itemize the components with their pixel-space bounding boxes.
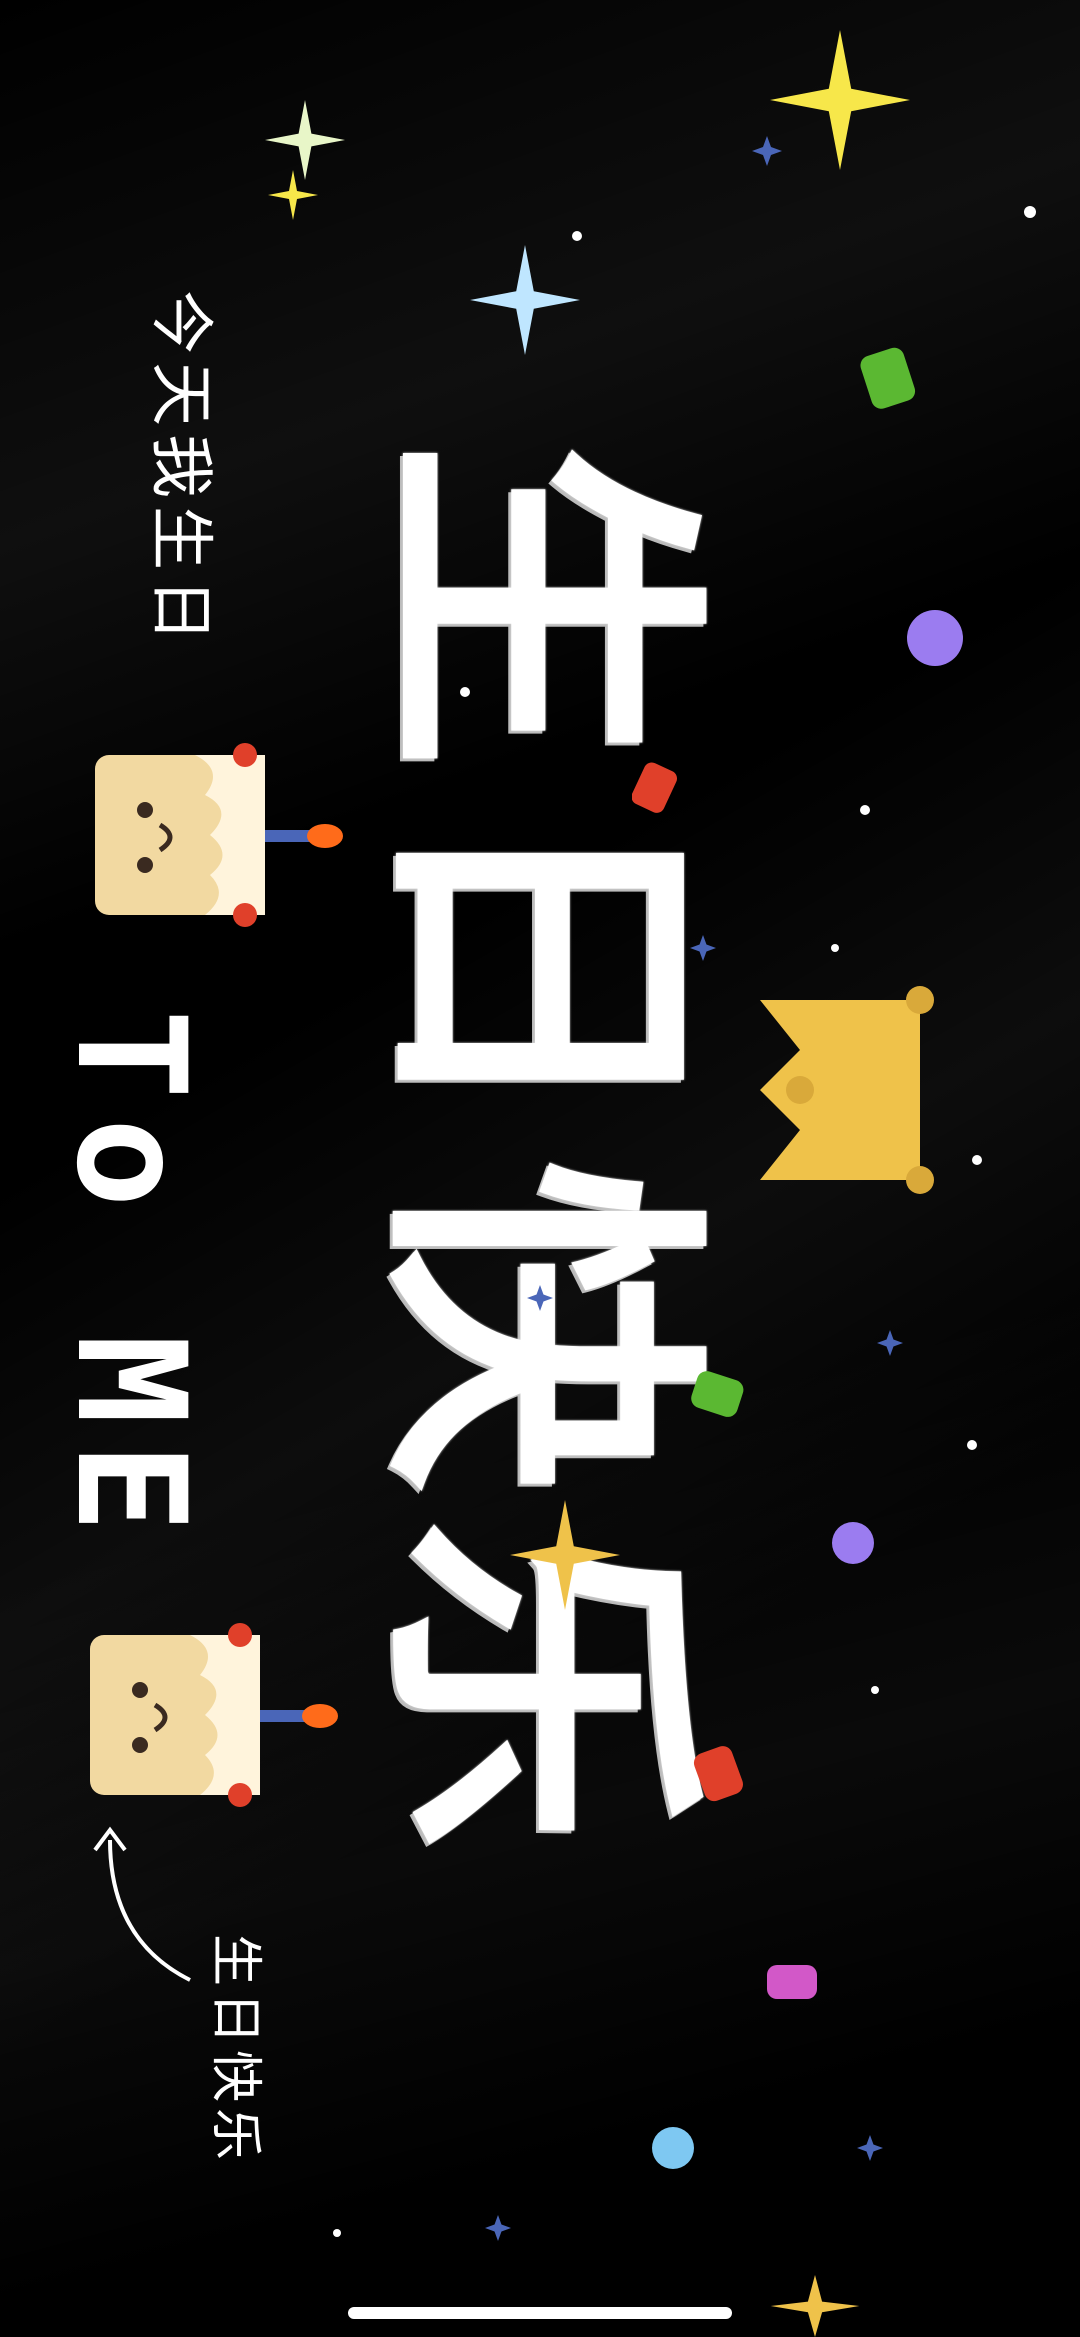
poster-canvas: 生日快乐 今天我生日 To ME 生日快乐	[0, 0, 1080, 2337]
dots-decoration	[333, 206, 1036, 2237]
home-indicator[interactable]	[348, 2307, 732, 2319]
